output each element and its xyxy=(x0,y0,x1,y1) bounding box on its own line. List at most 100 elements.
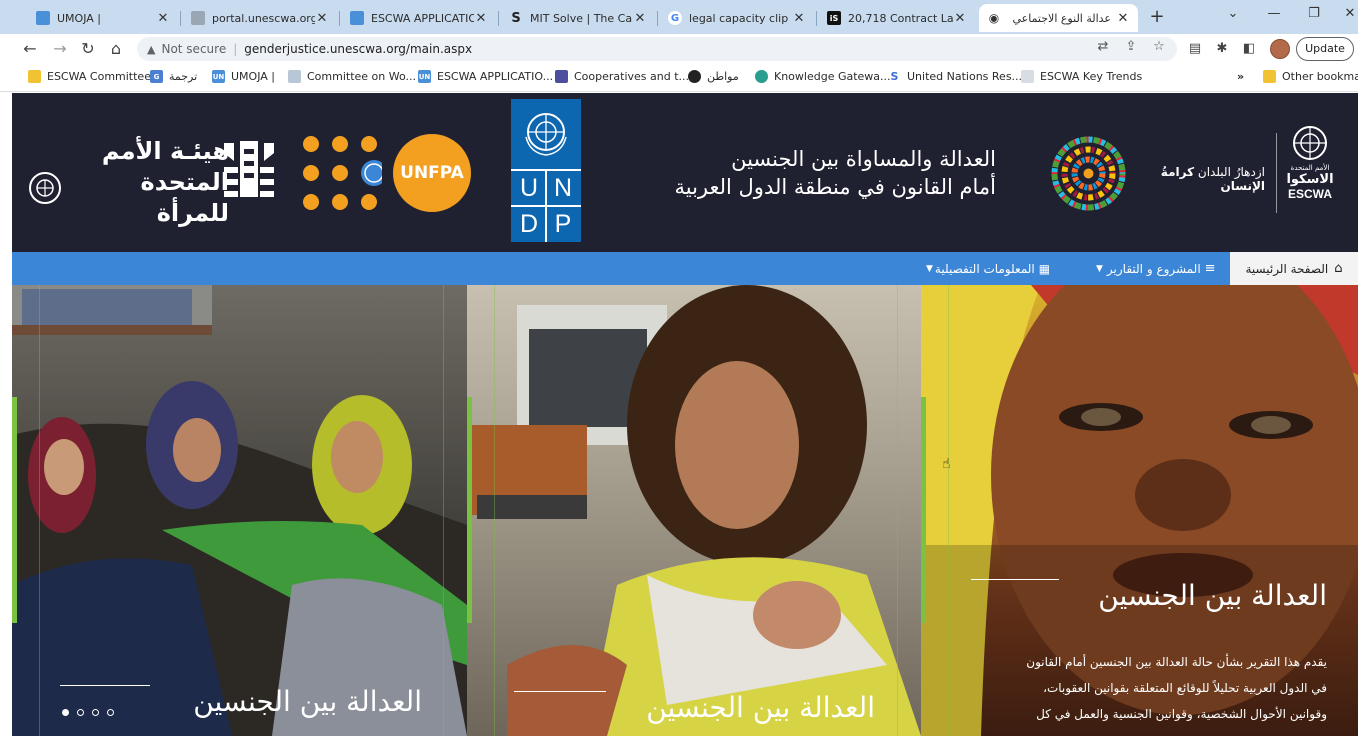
nav-projects-label: المشروع و التقارير xyxy=(1106,261,1201,276)
bookmark-knowledge-gateway[interactable]: Knowledge Gatewa... xyxy=(755,70,891,83)
close-icon[interactable]: ✕ xyxy=(633,11,647,26)
tab-escwa-application[interactable]: ESCWA APPLICATION ✕ xyxy=(342,4,496,32)
mit-solve-icon: S xyxy=(511,10,521,26)
tab-istock[interactable]: iS 20,718 Contract Law ✕ xyxy=(819,4,975,32)
caret-down-icon: ▼ xyxy=(1096,263,1103,274)
browser-tab-bar: UMOJA | ✕ portal.unescwa.org ✕ ESCWA APP… xyxy=(0,0,1358,34)
globe-icon: ◉ xyxy=(988,11,1000,25)
bookmark-label: ترجمة xyxy=(169,70,198,83)
tab-mit-solve[interactable]: S MIT Solve | The Care ✕ xyxy=(501,4,655,32)
slide-caption: العدالة بين الجنسين xyxy=(1098,579,1327,612)
star-icon[interactable]: ☆ xyxy=(1150,39,1168,54)
hero-slider[interactable]: العدالة بين الجنسين العدالة بين الجنسين … xyxy=(12,285,1358,736)
slider-dot-1[interactable] xyxy=(62,709,69,716)
side-panel-icon[interactable]: ◧ xyxy=(1240,41,1258,56)
tab-title: UMOJA | xyxy=(57,11,101,25)
caption-rule xyxy=(971,579,1059,580)
description-line: يقدم هذا التقرير بشأن حالة العدالة بين ا… xyxy=(1026,655,1327,669)
bookmark-escwa-application[interactable]: UN ESCWA APPLICATIO... xyxy=(418,70,553,83)
forward-icon[interactable]: → xyxy=(50,39,70,58)
divider xyxy=(39,285,40,736)
slide-panel-1[interactable]: العدالة بين الجنسين xyxy=(12,285,467,736)
escwa-app-icon: UN xyxy=(418,70,431,83)
divider xyxy=(1276,133,1277,213)
tab-separator xyxy=(180,11,181,26)
slider-dot-4[interactable] xyxy=(107,709,114,716)
share-icon[interactable]: ⇪ xyxy=(1122,39,1140,54)
website: هيئـة الأمم المتحدة للمرأة UNFPA U N D P… xyxy=(12,93,1358,736)
close-icon[interactable]: ✕ xyxy=(953,11,967,26)
escwa-logo: الأمم المتحدة الاسكوا ESCWA xyxy=(1282,125,1338,225)
avatar[interactable] xyxy=(1270,39,1290,59)
close-icon[interactable]: ✕ xyxy=(156,11,170,26)
nav-details-label: المعلومات التفصيلية xyxy=(934,261,1035,276)
undp-logo: U N D P xyxy=(511,99,581,242)
un-women-line1: هيئـة الأمم xyxy=(101,137,229,165)
tab-gender-justice[interactable]: ◉ عدالة النوع الاجتماعي ✕ xyxy=(979,4,1138,32)
photo-women-group xyxy=(12,285,467,736)
caret-down-icon: ▼ xyxy=(926,263,933,274)
slider-dot-3[interactable] xyxy=(92,709,99,716)
address-bar[interactable]: ▲ Not secure | genderjustice.unescwa.org… xyxy=(137,37,1177,61)
un-women-logo-text: هيئـة الأمم المتحدة للمرأة xyxy=(79,136,229,229)
close-icon[interactable]: ✕ xyxy=(1116,11,1130,26)
grid-icon: ▦ xyxy=(1038,261,1051,276)
bookmarks-overflow[interactable]: » xyxy=(1237,70,1244,83)
bookmark-umoja[interactable]: UN UMOJA | xyxy=(212,70,275,83)
un-emblem-icon xyxy=(29,172,61,204)
bookmark-escwa-key-trends[interactable]: ESCWA Key Trends xyxy=(1021,70,1142,83)
bookmark-translate[interactable]: G ترجمة xyxy=(150,70,197,83)
nav-projects[interactable]: ▼ المشروع و التقارير ≡ xyxy=(1096,252,1216,285)
update-button[interactable]: Update xyxy=(1296,37,1354,61)
extensions-icon[interactable]: ✱ xyxy=(1213,41,1231,56)
slide-panel-2[interactable]: العدالة بين الجنسين xyxy=(467,285,921,736)
close-icon[interactable]: ✕ xyxy=(474,11,488,26)
bookmark-muwaten[interactable]: مواطن xyxy=(688,70,739,83)
list-icon: ≡ xyxy=(1204,261,1216,276)
sdg-wheel-icon xyxy=(1051,136,1126,211)
main-navbar: الصفحة الرئيسية ⌂ ▼ المشروع و التقارير ≡… xyxy=(12,252,1358,285)
un-emblem-icon xyxy=(525,113,567,156)
unfpa-dots-icon xyxy=(303,136,382,210)
tab-google-search[interactable]: G legal capacity clip art ✕ xyxy=(660,4,814,32)
minimize-icon[interactable]: — xyxy=(1264,6,1284,21)
undp-letter: P xyxy=(547,207,579,241)
reading-list-icon[interactable]: ▤ xyxy=(1186,41,1204,56)
slide-panel-3[interactable]: العدالة بين الجنسين يقدم هذا التقرير بشأ… xyxy=(921,285,1358,736)
tab-portal[interactable]: portal.unescwa.org ✕ xyxy=(183,4,337,32)
description-line: وقوانين الأحوال الشخصية، وقوانين الجنسية… xyxy=(1036,707,1327,721)
close-icon[interactable]: ✕ xyxy=(315,11,329,26)
nav-home[interactable]: الصفحة الرئيسية ⌂ xyxy=(1230,252,1358,285)
site-title-line2: أمام القانون في منطقة الدول العربية xyxy=(674,175,996,199)
other-bookmarks[interactable]: Other bookmarks xyxy=(1263,70,1358,83)
home-icon[interactable]: ⌂ xyxy=(106,39,126,58)
restore-icon[interactable]: ❐ xyxy=(1304,6,1324,21)
close-icon[interactable]: ✕ xyxy=(792,11,806,26)
dignity-slogan: ازدهارُ البلدان كرامةُ الإنسان xyxy=(1125,165,1265,193)
site-title: العدالة والمساواة بين الجنسين أمام القان… xyxy=(610,145,996,201)
tab-separator xyxy=(339,11,340,26)
google-icon: G xyxy=(668,11,682,25)
slider-dot-2[interactable] xyxy=(77,709,84,716)
globe-icon xyxy=(688,70,701,83)
undp-letter: U xyxy=(513,171,545,205)
window-close-icon[interactable]: ✕ xyxy=(1340,6,1358,21)
reload-icon[interactable]: ↻ xyxy=(78,39,98,58)
back-icon[interactable]: ← xyxy=(20,39,40,58)
site-title-line1: العدالة والمساواة بين الجنسين xyxy=(731,147,996,171)
new-tab-icon[interactable]: + xyxy=(1147,6,1167,28)
bookmark-label: Knowledge Gatewa... xyxy=(774,70,891,83)
bookmark-cooperatives[interactable]: Cooperatives and t... xyxy=(555,70,689,83)
escwa-english: ESCWA xyxy=(1287,187,1332,201)
bookmark-committee-women[interactable]: Committee on Wo... xyxy=(288,70,416,83)
translate-icon[interactable]: ⇄ xyxy=(1094,39,1112,54)
tab-title: portal.unescwa.org xyxy=(212,11,315,25)
folder-icon xyxy=(1263,70,1276,83)
chevron-down-icon[interactable]: ⌄ xyxy=(1223,6,1243,21)
address-toolbar: ← → ↻ ⌂ ▲ Not secure | genderjustice.une… xyxy=(0,34,1358,64)
nav-details[interactable]: ▼ المعلومات التفصيلية ▦ xyxy=(926,252,1050,285)
bookmark-united-nations-res[interactable]: S United Nations Res... xyxy=(888,70,1023,83)
bookmark-escwa-committee[interactable]: ESCWA Committee xyxy=(28,70,151,83)
warning-icon: ▲ xyxy=(147,42,156,56)
tab-umoja[interactable]: UMOJA | ✕ xyxy=(28,4,178,32)
